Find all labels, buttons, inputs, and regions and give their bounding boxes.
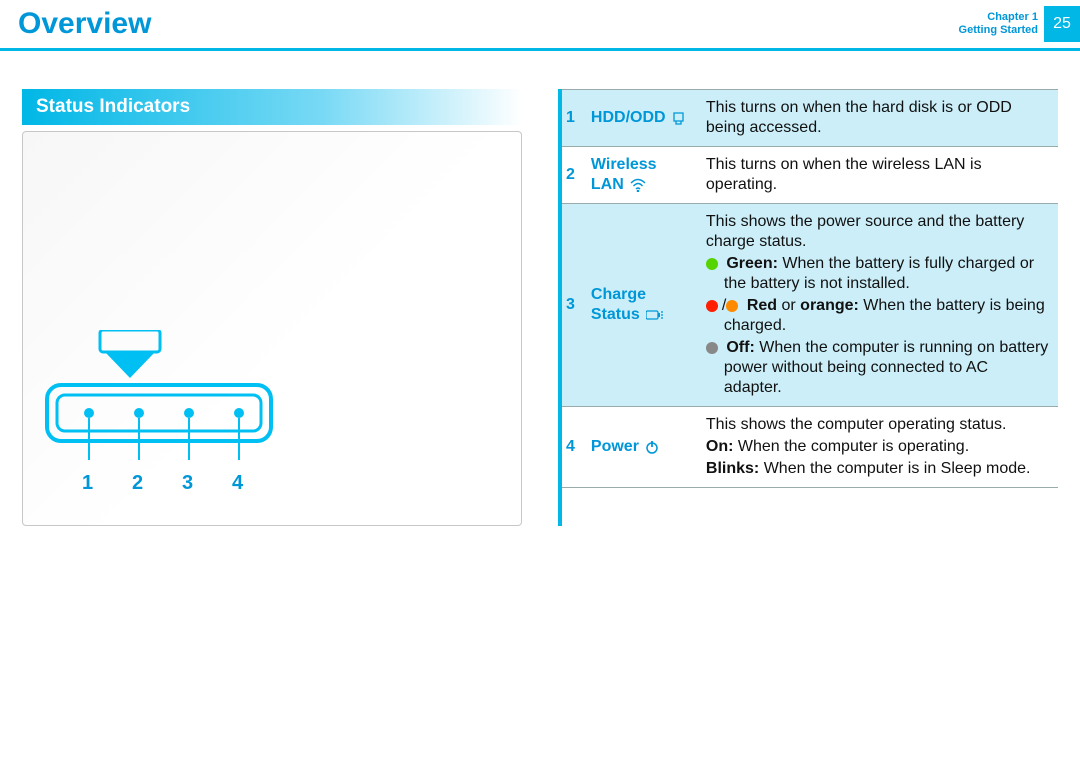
indicator-name: Charge Status: [583, 204, 698, 407]
description-line: On: When the computer is operating.: [706, 437, 1050, 457]
indicator-description: This turns on when the wireless LAN is o…: [698, 147, 1058, 204]
header-divider: [0, 48, 1080, 51]
charge-icon: [646, 309, 664, 321]
led-label-4: 4: [232, 472, 243, 495]
table-accent-bar: [558, 89, 562, 526]
table-row: 3Charge Status This shows the power sour…: [558, 204, 1058, 407]
description-line: This turns on when the wireless LAN is o…: [706, 155, 1050, 195]
status-dot-icon: [706, 300, 718, 312]
chapter-line-1: Chapter 1: [959, 11, 1038, 24]
table-row: 1HDD/ODD This turns on when the hard dis…: [558, 90, 1058, 147]
indicator-description: This shows the power source and the batt…: [698, 204, 1058, 407]
indicator-name: Power: [583, 407, 698, 488]
left-column: Status Indicators: [22, 89, 522, 526]
table-row: 4Power This shows the computer operating…: [558, 407, 1058, 488]
indicator-table: 1HDD/ODD This turns on when the hard dis…: [558, 89, 1058, 488]
description-line: Blinks: When the computer is in Sleep mo…: [706, 459, 1050, 479]
indicator-description: This shows the computer operating status…: [698, 407, 1058, 488]
indicator-name: Wireless LAN: [583, 147, 698, 204]
description-line: Green: When the battery is fully charged…: [706, 254, 1050, 294]
indicator-description: This turns on when the hard disk is or O…: [698, 90, 1058, 147]
right-column: 1HDD/ODD This turns on when the hard dis…: [558, 89, 1058, 526]
description-line: This shows the power source and the batt…: [706, 212, 1050, 252]
description-line: Off: When the computer is running on bat…: [706, 338, 1050, 398]
wifi-icon: [630, 178, 646, 192]
status-dot-icon: [726, 300, 738, 312]
chapter-label: Chapter 1 Getting Started: [959, 11, 1038, 36]
led-label-3: 3: [182, 472, 193, 495]
led-label-2: 2: [132, 472, 143, 495]
description-line: / Red or orange: When the battery is bei…: [706, 296, 1050, 336]
power-icon: [645, 440, 659, 454]
status-dot-icon: [706, 342, 718, 354]
description-line: This shows the computer operating status…: [706, 415, 1050, 435]
table-row: 2Wireless LAN This turns on when the wir…: [558, 147, 1058, 204]
page-header: Overview Chapter 1 Getting Started 25: [0, 0, 1080, 48]
hdd-icon: [672, 111, 685, 125]
page-number: 25: [1044, 6, 1080, 42]
led-label-1: 1: [82, 472, 93, 495]
section-title: Status Indicators: [22, 89, 522, 125]
description-line: This turns on when the hard disk is or O…: [706, 98, 1050, 138]
status-dot-icon: [706, 258, 718, 270]
chapter-line-2: Getting Started: [959, 24, 1038, 37]
page-title: Overview: [18, 7, 151, 41]
content-area: Status Indicators: [0, 89, 1080, 526]
indicator-name: HDD/ODD: [583, 90, 698, 147]
status-diagram: 1 2 3 4: [22, 131, 522, 526]
chapter-badge: Chapter 1 Getting Started 25: [959, 6, 1080, 42]
